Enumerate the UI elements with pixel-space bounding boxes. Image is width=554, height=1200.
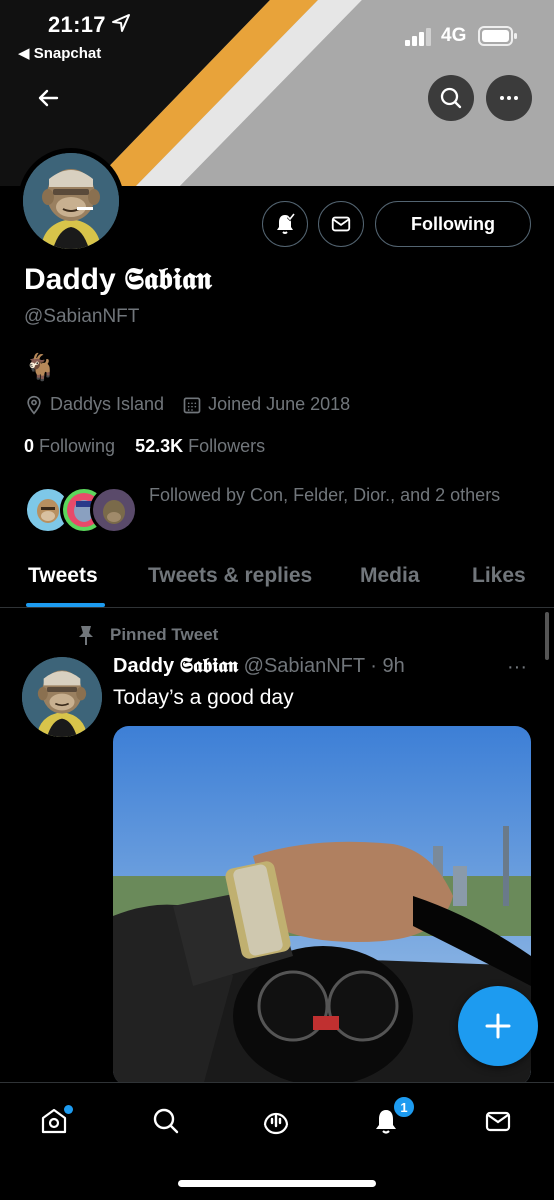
nav-notifications[interactable]: 1 <box>364 1095 416 1143</box>
tweet-author-avatar[interactable] <box>22 657 102 737</box>
following-count-link[interactable]: 0 Following <box>24 436 115 456</box>
profile-avatar[interactable] <box>18 148 124 254</box>
tab-tweets[interactable]: Tweets <box>28 564 98 588</box>
location-icon <box>27 395 41 415</box>
more-icon <box>500 96 518 100</box>
mail-icon <box>331 216 351 232</box>
location-arrow-icon <box>112 14 130 32</box>
profile-joined: Joined June 2018 <box>208 394 351 414</box>
home-new-dot <box>64 1105 73 1114</box>
more-options-button[interactable] <box>486 75 532 121</box>
nav-search[interactable] <box>144 1099 188 1143</box>
notifications-toggle-button[interactable] <box>262 201 308 247</box>
message-button[interactable] <box>318 201 364 247</box>
signal-icon <box>405 28 431 46</box>
profile-meta: Daddys Island Joined June 2018 <box>24 394 350 415</box>
tweet-header: Daddy 𝕾𝖆𝖇𝖎𝖆𝖓 @SabianNFT · 9h <box>113 655 405 678</box>
tab-likes[interactable]: Likes <box>472 564 526 588</box>
network-type: 4G <box>441 25 467 46</box>
compose-tweet-button[interactable] <box>458 986 538 1066</box>
pin-icon <box>79 626 93 645</box>
tweet-text: Today’s a good day <box>113 686 294 709</box>
calendar-icon <box>183 397 201 413</box>
notifications-badge: 1 <box>392 1095 416 1119</box>
follow-counts: 0 Following 52.3K Followers <box>24 436 265 457</box>
active-tab-indicator <box>26 603 105 607</box>
followed-by-section[interactable]: Followed by Con, Felder, Dior., and 2 ot… <box>24 482 544 542</box>
profile-handle: @SabianNFT <box>24 306 140 327</box>
search-button[interactable] <box>428 75 474 121</box>
follower-avatar <box>90 486 138 534</box>
tab-tweets-replies[interactable]: Tweets & replies <box>148 564 312 588</box>
compose-plus-icon <box>485 1013 511 1039</box>
tweet-more-button[interactable]: ··· <box>507 656 527 679</box>
pinned-label: Pinned Tweet <box>76 624 218 646</box>
profile-bio: 🐐 <box>24 352 57 382</box>
search-icon <box>440 87 462 109</box>
search-icon <box>153 1108 179 1134</box>
following-button[interactable]: Following <box>375 201 531 247</box>
follower-avatars <box>24 486 144 536</box>
back-arrow-icon <box>38 89 59 107</box>
status-time: 21:17 <box>48 12 106 37</box>
status-bar: 21:17 ◀ Snapchat 4G <box>0 0 554 70</box>
profile-location: Daddys Island <box>50 394 165 414</box>
followed-by-text: Followed by Con, Felder, Dior., and 2 ot… <box>149 485 501 505</box>
battery-icon <box>478 26 517 46</box>
tweet-handle-time: @SabianNFT · 9h <box>243 655 405 677</box>
tab-media[interactable]: Media <box>360 564 420 588</box>
nav-spaces[interactable] <box>254 1099 298 1143</box>
profile-tabs: Tweets Tweets & replies Media Likes <box>0 560 554 608</box>
tweet-author-name[interactable]: Daddy 𝕾𝖆𝖇𝖎𝖆𝖓 <box>113 655 238 677</box>
followers-count-link[interactable]: 52.3K Followers <box>135 436 265 456</box>
nav-messages[interactable] <box>476 1099 520 1143</box>
back-button[interactable] <box>30 80 66 116</box>
back-to-app-link[interactable]: ◀ Snapchat <box>18 44 101 62</box>
profile-name: Daddy 𝕾𝖆𝖇𝖎𝖆𝖓 <box>24 263 212 296</box>
nav-home[interactable] <box>32 1099 76 1143</box>
home-indicator[interactable] <box>178 1180 376 1187</box>
spaces-icon <box>263 1112 289 1135</box>
bell-subscribed-icon <box>277 213 296 234</box>
scrollbar[interactable] <box>545 612 549 660</box>
mail-icon <box>485 1111 511 1132</box>
